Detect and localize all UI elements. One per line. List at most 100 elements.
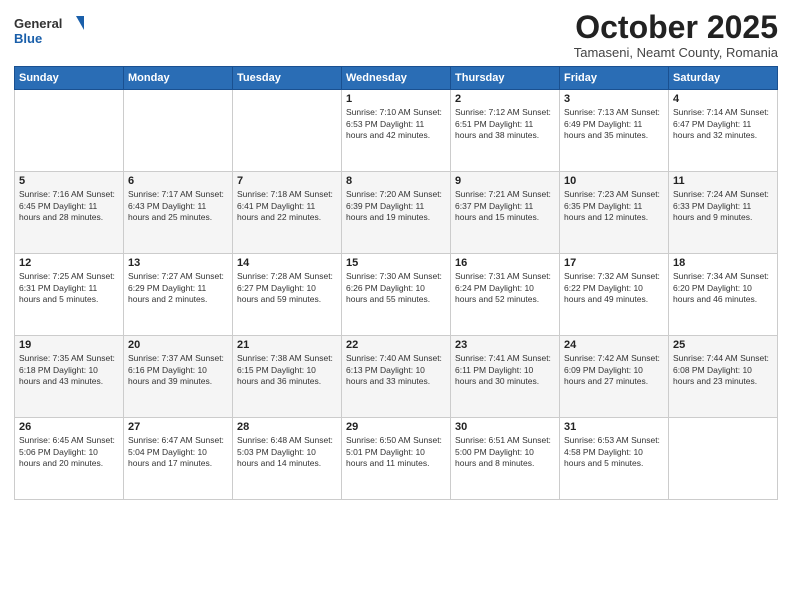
svg-text:General: General	[14, 16, 62, 31]
logo: General Blue	[14, 10, 84, 50]
day-number: 4	[673, 93, 773, 105]
table-row: 29 Sunrise: 6:50 AM Sunset: 5:01 PM Dayli…	[342, 418, 451, 500]
table-row: 11Sunrise: 7:24 AM Sunset: 6:33 PM Dayli…	[669, 172, 778, 254]
day-number: 5	[19, 175, 119, 187]
day-info: Sunrise: 7:28 AM Sunset: 6:27 PM Dayligh…	[237, 271, 337, 305]
calendar-week-4: 19Sunrise: 7:35 AM Sunset: 6:18 PM Dayli…	[15, 336, 778, 418]
day-info: Sunrise: 7:10 AM Sunset: 6:53 PM Dayligh…	[346, 107, 446, 141]
calendar-title: October 2025	[574, 10, 778, 45]
table-row	[233, 90, 342, 172]
calendar-week-2: 5 Sunrise: 7:16 AM Sunset: 6:45 PM Daylig…	[15, 172, 778, 254]
header-tuesday: Tuesday	[233, 67, 342, 90]
table-row: 28Sunrise: 6:48 AM Sunset: 5:03 PM Dayli…	[233, 418, 342, 500]
day-number: 2	[455, 93, 555, 105]
day-info: Sunrise: 7:23 AM Sunset: 6:35 PM Dayligh…	[564, 189, 664, 223]
calendar-week-5: 26 Sunrise: 6:45 AM Sunset: 5:06 PM Dayli…	[15, 418, 778, 500]
table-row: 1 Sunrise: 7:10 AM Sunset: 6:53 PM Daylig…	[342, 90, 451, 172]
calendar-week-3: 12Sunrise: 7:25 AM Sunset: 6:31 PM Dayli…	[15, 254, 778, 336]
day-info: Sunrise: 7:34 AM Sunset: 6:20 PM Dayligh…	[673, 271, 773, 305]
day-number: 8	[346, 175, 446, 187]
table-row: 4Sunrise: 7:14 AM Sunset: 6:47 PM Daylig…	[669, 90, 778, 172]
day-number: 7	[237, 175, 337, 187]
day-number: 29	[346, 421, 446, 433]
table-row: 5 Sunrise: 7:16 AM Sunset: 6:45 PM Daylig…	[15, 172, 124, 254]
day-number: 17	[564, 257, 664, 269]
day-number: 24	[564, 339, 664, 351]
day-number: 12	[19, 257, 119, 269]
table-row: 16 Sunrise: 7:31 AM Sunset: 6:24 PM Dayli…	[451, 254, 560, 336]
calendar-table: Sunday Monday Tuesday Wednesday Thursday…	[14, 66, 778, 500]
table-row: 27 Sunrise: 6:47 AM Sunset: 5:04 PM Dayli…	[124, 418, 233, 500]
day-info: Sunrise: 7:17 AM Sunset: 6:43 PM Dayligh…	[128, 189, 228, 223]
table-row	[124, 90, 233, 172]
day-number: 27	[128, 421, 228, 433]
table-row: 2 Sunrise: 7:12 AM Sunset: 6:51 PM Daylig…	[451, 90, 560, 172]
day-info: Sunrise: 7:12 AM Sunset: 6:51 PM Dayligh…	[455, 107, 555, 141]
table-row: 20Sunrise: 7:37 AM Sunset: 6:16 PM Dayli…	[124, 336, 233, 418]
page-container: General Blue October 2025 Tamaseni, Neam…	[0, 0, 792, 612]
day-info: Sunrise: 6:45 AM Sunset: 5:06 PM Dayligh…	[19, 435, 119, 469]
day-info: Sunrise: 7:16 AM Sunset: 6:45 PM Dayligh…	[19, 189, 119, 223]
calendar-location: Tamaseni, Neamt County, Romania	[574, 45, 778, 60]
header-thursday: Thursday	[451, 67, 560, 90]
table-row: 22 Sunrise: 7:40 AM Sunset: 6:13 PM Dayli…	[342, 336, 451, 418]
generalblue-logo-icon: General Blue	[14, 10, 84, 50]
day-number: 19	[19, 339, 119, 351]
day-info: Sunrise: 7:31 AM Sunset: 6:24 PM Dayligh…	[455, 271, 555, 305]
day-number: 1	[346, 93, 446, 105]
day-info: Sunrise: 7:42 AM Sunset: 6:09 PM Dayligh…	[564, 353, 664, 387]
title-block: October 2025 Tamaseni, Neamt County, Rom…	[574, 10, 778, 60]
table-row: 23 Sunrise: 7:41 AM Sunset: 6:11 PM Dayli…	[451, 336, 560, 418]
day-info: Sunrise: 7:21 AM Sunset: 6:37 PM Dayligh…	[455, 189, 555, 223]
day-info: Sunrise: 6:51 AM Sunset: 5:00 PM Dayligh…	[455, 435, 555, 469]
table-row: 30 Sunrise: 6:51 AM Sunset: 5:00 PM Dayli…	[451, 418, 560, 500]
svg-text:Blue: Blue	[14, 31, 42, 46]
table-row: 21 Sunrise: 7:38 AM Sunset: 6:15 PM Dayli…	[233, 336, 342, 418]
day-number: 31	[564, 421, 664, 433]
table-row	[669, 418, 778, 500]
day-info: Sunrise: 7:24 AM Sunset: 6:33 PM Dayligh…	[673, 189, 773, 223]
day-info: Sunrise: 7:30 AM Sunset: 6:26 PM Dayligh…	[346, 271, 446, 305]
day-info: Sunrise: 7:41 AM Sunset: 6:11 PM Dayligh…	[455, 353, 555, 387]
header: General Blue October 2025 Tamaseni, Neam…	[14, 10, 778, 60]
header-friday: Friday	[560, 67, 669, 90]
day-number: 26	[19, 421, 119, 433]
day-number: 21	[237, 339, 337, 351]
table-row: 9Sunrise: 7:21 AM Sunset: 6:37 PM Daylig…	[451, 172, 560, 254]
table-row: 31 Sunrise: 6:53 AM Sunset: 4:58 PM Dayli…	[560, 418, 669, 500]
day-info: Sunrise: 6:48 AM Sunset: 5:03 PM Dayligh…	[237, 435, 337, 469]
table-row: 10 Sunrise: 7:23 AM Sunset: 6:35 PM Dayli…	[560, 172, 669, 254]
day-info: Sunrise: 6:50 AM Sunset: 5:01 PM Dayligh…	[346, 435, 446, 469]
day-info: Sunrise: 7:27 AM Sunset: 6:29 PM Dayligh…	[128, 271, 228, 305]
day-info: Sunrise: 6:47 AM Sunset: 5:04 PM Dayligh…	[128, 435, 228, 469]
day-info: Sunrise: 7:18 AM Sunset: 6:41 PM Dayligh…	[237, 189, 337, 223]
table-row: 24 Sunrise: 7:42 AM Sunset: 6:09 PM Dayli…	[560, 336, 669, 418]
calendar-week-1: 1 Sunrise: 7:10 AM Sunset: 6:53 PM Daylig…	[15, 90, 778, 172]
table-row: 6Sunrise: 7:17 AM Sunset: 6:43 PM Daylig…	[124, 172, 233, 254]
day-info: Sunrise: 7:32 AM Sunset: 6:22 PM Dayligh…	[564, 271, 664, 305]
table-row: 12Sunrise: 7:25 AM Sunset: 6:31 PM Dayli…	[15, 254, 124, 336]
day-info: Sunrise: 7:38 AM Sunset: 6:15 PM Dayligh…	[237, 353, 337, 387]
day-info: Sunrise: 7:13 AM Sunset: 6:49 PM Dayligh…	[564, 107, 664, 141]
calendar-header-row: Sunday Monday Tuesday Wednesday Thursday…	[15, 67, 778, 90]
day-number: 20	[128, 339, 228, 351]
day-number: 15	[346, 257, 446, 269]
table-row: 26 Sunrise: 6:45 AM Sunset: 5:06 PM Dayli…	[15, 418, 124, 500]
day-number: 30	[455, 421, 555, 433]
header-wednesday: Wednesday	[342, 67, 451, 90]
day-info: Sunrise: 7:20 AM Sunset: 6:39 PM Dayligh…	[346, 189, 446, 223]
table-row: 8 Sunrise: 7:20 AM Sunset: 6:39 PM Daylig…	[342, 172, 451, 254]
table-row: 14 Sunrise: 7:28 AM Sunset: 6:27 PM Dayli…	[233, 254, 342, 336]
day-number: 23	[455, 339, 555, 351]
table-row: 18Sunrise: 7:34 AM Sunset: 6:20 PM Dayli…	[669, 254, 778, 336]
day-number: 16	[455, 257, 555, 269]
table-row: 19Sunrise: 7:35 AM Sunset: 6:18 PM Dayli…	[15, 336, 124, 418]
day-number: 13	[128, 257, 228, 269]
day-info: Sunrise: 6:53 AM Sunset: 4:58 PM Dayligh…	[564, 435, 664, 469]
day-info: Sunrise: 7:40 AM Sunset: 6:13 PM Dayligh…	[346, 353, 446, 387]
day-number: 14	[237, 257, 337, 269]
day-number: 22	[346, 339, 446, 351]
day-number: 10	[564, 175, 664, 187]
day-number: 3	[564, 93, 664, 105]
header-monday: Monday	[124, 67, 233, 90]
